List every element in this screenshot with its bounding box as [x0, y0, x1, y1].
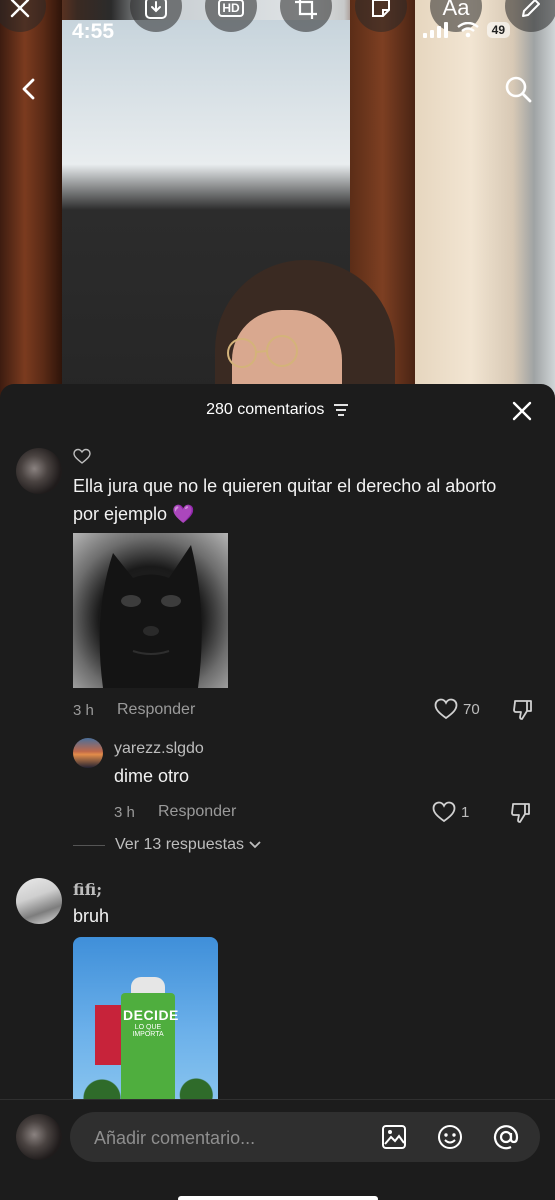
- search-icon[interactable]: [503, 74, 533, 104]
- reply-time: 3 h: [114, 804, 135, 821]
- comments-count-title[interactable]: 280 comentarios: [0, 401, 555, 419]
- status-time: 4:55: [72, 20, 115, 43]
- comment-text: Ella jura que no le quieren quitar el de…: [73, 476, 497, 524]
- my-avatar: [16, 1114, 62, 1160]
- decide-poster-image[interactable]: DECIDE LO QUE IMPORTA: [73, 937, 218, 1107]
- commenter-avatar[interactable]: [16, 878, 62, 924]
- video-background: [0, 0, 555, 400]
- view-more-replies[interactable]: Ver 13 respuestas: [73, 836, 262, 854]
- heart-icon: [432, 801, 456, 823]
- close-comments-icon[interactable]: [511, 400, 533, 422]
- comment-input-container[interactable]: [70, 1112, 540, 1162]
- commenter-avatar[interactable]: [16, 448, 62, 494]
- close-icon: [10, 0, 30, 18]
- signal-icon: [422, 22, 448, 38]
- hd-label: HD: [218, 0, 244, 17]
- dislike-icon[interactable]: [511, 698, 535, 722]
- view-more-label: Ver 13 respuestas: [115, 836, 244, 853]
- wooden-door: [0, 0, 62, 400]
- filter-icon: [333, 403, 348, 416]
- home-indicator: [178, 1196, 378, 1200]
- reply-like-button[interactable]: 1: [432, 801, 469, 823]
- glasses: [227, 335, 298, 368]
- battery-indicator: 49: [486, 22, 510, 38]
- sheet-header: 280 comentarios: [0, 384, 555, 436]
- black-cat-illustration: [99, 545, 202, 688]
- reply-avatar[interactable]: [73, 738, 103, 768]
- tiled-wall: [415, 0, 555, 400]
- like-count: 70: [463, 700, 480, 718]
- emoji-icon[interactable]: [436, 1123, 464, 1151]
- mention-icon[interactable]: [492, 1123, 520, 1151]
- image-icon[interactable]: [380, 1123, 408, 1151]
- reply-like-count: 1: [461, 803, 470, 821]
- heart-icon: [434, 698, 458, 720]
- reply-text: dime otro: [114, 766, 190, 786]
- poster-subtitle: LO QUE IMPORTA: [132, 1024, 164, 1038]
- like-button[interactable]: 70: [434, 698, 480, 720]
- black-cat-image[interactable]: [73, 533, 228, 688]
- comment-username[interactable]: fifi;: [73, 880, 102, 899]
- reply-username[interactable]: yarezz.slgdo: [114, 740, 204, 758]
- reply-reply-button[interactable]: Responder: [158, 803, 236, 821]
- sticker-icon: [372, 0, 390, 17]
- red-banner: [95, 1005, 121, 1065]
- comment-text: bruh: [73, 906, 110, 926]
- wifi-icon: [456, 22, 479, 38]
- reply-button[interactable]: Responder: [117, 701, 195, 719]
- crop-icon: [295, 0, 317, 19]
- comments-count-label: 280 comentarios: [206, 401, 325, 418]
- comments-sheet: 280 comentarios Ella jura que no le quie…: [0, 384, 555, 1200]
- text-tool-label: Aa: [442, 0, 470, 20]
- status-indicators: 49: [422, 22, 510, 38]
- reply-dislike-icon[interactable]: [509, 801, 533, 825]
- view-more-line: [73, 844, 105, 846]
- comment-input-bar: [0, 1100, 555, 1200]
- heart-outline-icon: [73, 448, 91, 464]
- poster-title: DECIDE: [123, 1007, 179, 1023]
- download-icon: [145, 0, 167, 19]
- pencil-icon: [522, 0, 540, 17]
- comment-time: 3 h: [73, 702, 94, 719]
- comment-input[interactable]: [92, 1124, 376, 1152]
- chevron-down-icon: [249, 841, 261, 849]
- back-arrow-icon[interactable]: [14, 74, 44, 104]
